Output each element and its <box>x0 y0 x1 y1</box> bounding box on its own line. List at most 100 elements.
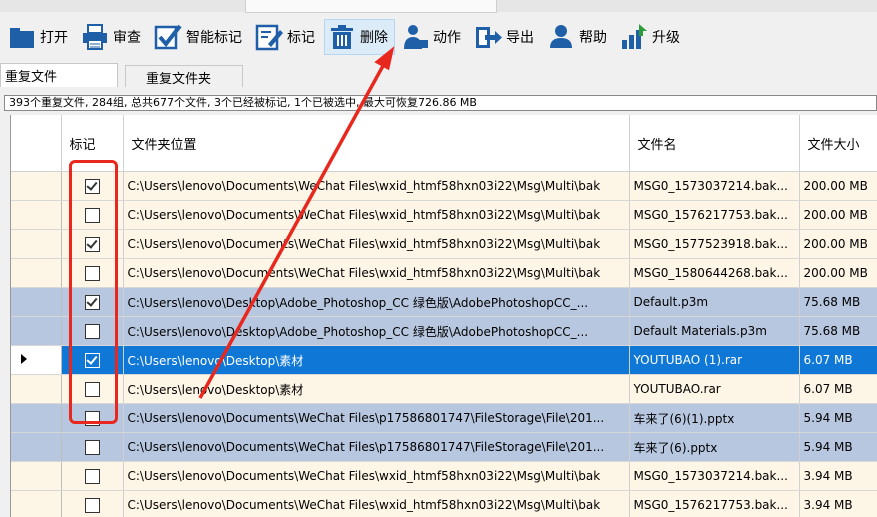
row-file-size: 200.00 MB <box>799 171 877 201</box>
row-checkbox-cell[interactable] <box>61 316 124 346</box>
header-row: 标记 文件夹位置 文件名 文件大小 <box>11 115 877 172</box>
tab-bar: 重复文件 重复文件夹 <box>0 63 877 87</box>
row-checkbox-cell[interactable] <box>61 229 124 259</box>
row-file-size: 5.94 MB <box>799 432 877 462</box>
row-file-size: 6.07 MB <box>799 374 877 404</box>
row-file-size: 200.00 MB <box>799 229 877 259</box>
row-file-size: 3.94 MB <box>799 490 877 517</box>
row-indicator <box>11 461 62 491</box>
delete-button[interactable]: 删除 <box>324 19 395 55</box>
results-table: 标记 文件夹位置 文件名 文件大小 C:\Users\lenovo\Docume… <box>11 115 877 517</box>
action-button[interactable]: 动作 <box>397 19 468 55</box>
row-checkbox-cell[interactable] <box>61 345 124 375</box>
row-file-name: MSG0_1576217753.bak... <box>629 200 800 230</box>
trash-icon <box>331 25 353 49</box>
smart-mark-button[interactable]: 智能标记 <box>150 19 249 55</box>
row-checkbox[interactable] <box>84 236 100 252</box>
row-checkbox-cell[interactable] <box>61 258 124 288</box>
open-label: 打开 <box>40 30 68 46</box>
row-checkbox[interactable] <box>84 323 100 339</box>
window-top-strip <box>0 0 877 13</box>
row-checkbox[interactable] <box>84 497 100 513</box>
help-user-icon <box>550 25 572 48</box>
row-checkbox-cell[interactable] <box>61 403 124 433</box>
header-file-size[interactable]: 文件大小 <box>799 115 877 172</box>
row-folder-path: C:\Users\lenovo\Documents\WeChat Files\w… <box>123 171 630 201</box>
row-file-name: MSG0_1573037214.bak... <box>629 461 800 491</box>
header-mark[interactable]: 标记 <box>61 115 124 172</box>
header-folder-location[interactable]: 文件夹位置 <box>123 115 630 172</box>
row-checkbox[interactable] <box>84 207 100 223</box>
row-checkbox[interactable] <box>84 352 100 368</box>
help-label: 帮助 <box>579 30 607 46</box>
top-tab[interactable] <box>245 0 497 13</box>
table-row[interactable]: C:\Users\lenovo\Desktop\Adobe_Photoshop_… <box>11 316 877 346</box>
row-checkbox-cell[interactable] <box>61 490 124 517</box>
row-folder-path: C:\Users\lenovo\Desktop\素材 <box>123 374 630 404</box>
row-checkbox[interactable] <box>84 439 100 455</box>
mark-button[interactable]: 标记 <box>251 19 322 55</box>
row-folder-path: C:\Users\lenovo\Documents\WeChat Files\w… <box>123 229 630 259</box>
row-file-size: 75.68 MB <box>799 316 877 346</box>
row-indicator <box>11 171 62 201</box>
table-row[interactable]: C:\Users\lenovo\Documents\WeChat Files\w… <box>11 490 877 517</box>
row-file-size: 200.00 MB <box>799 258 877 288</box>
action-label: 动作 <box>433 30 461 46</box>
row-checkbox[interactable] <box>84 294 100 310</box>
table-row[interactable]: C:\Users\lenovo\Documents\WeChat Files\w… <box>11 461 877 491</box>
edit-icon <box>255 24 283 51</box>
open-button[interactable]: 打开 <box>4 19 75 55</box>
row-indicator <box>11 258 62 288</box>
row-checkbox-cell[interactable] <box>61 432 124 462</box>
tab-duplicate-folders[interactable]: 重复文件夹 <box>125 65 243 87</box>
table-row[interactable]: C:\Users\lenovo\Documents\WeChat Files\w… <box>11 200 877 230</box>
table-row[interactable]: C:\Users\lenovo\Desktop\素材 YOUTUBAO (1).r… <box>11 345 877 375</box>
row-file-size: 75.68 MB <box>799 287 877 317</box>
table-row[interactable]: C:\Users\lenovo\Documents\WeChat Files\w… <box>11 258 877 288</box>
review-button[interactable]: 审查 <box>77 19 148 55</box>
export-icon <box>476 27 502 48</box>
row-indicator <box>11 403 62 433</box>
upgrade-button[interactable]: 升级 <box>616 19 687 55</box>
row-file-name: MSG0_1573037214.bak... <box>629 171 800 201</box>
row-indicator <box>11 200 62 230</box>
row-checkbox[interactable] <box>84 265 100 281</box>
header-file-name[interactable]: 文件名 <box>629 115 800 172</box>
row-indicator <box>11 432 62 462</box>
table-row[interactable]: C:\Users\lenovo\Documents\WeChat Files\w… <box>11 171 877 201</box>
row-checkbox[interactable] <box>84 381 100 397</box>
row-folder-path: C:\Users\lenovo\Desktop\Adobe_Photoshop_… <box>123 287 630 317</box>
export-button[interactable]: 导出 <box>470 19 541 55</box>
row-file-name: 车来了(6)(1).pptx <box>629 403 800 433</box>
row-folder-path: C:\Users\lenovo\Documents\WeChat Files\p… <box>123 432 630 462</box>
row-file-size: 200.00 MB <box>799 200 877 230</box>
table-row[interactable]: C:\Users\lenovo\Documents\WeChat Files\p… <box>11 432 877 462</box>
table-row[interactable]: C:\Users\lenovo\Desktop\Adobe_Photoshop_… <box>11 287 877 317</box>
row-file-name: YOUTUBAO (1).rar <box>629 345 800 375</box>
row-indicator <box>11 229 62 259</box>
mark-label: 标记 <box>287 30 315 46</box>
row-checkbox-cell[interactable] <box>61 374 124 404</box>
row-checkbox-cell[interactable] <box>61 461 124 491</box>
row-file-name: MSG0_1576217753.bak... <box>629 490 800 517</box>
row-checkbox[interactable] <box>84 178 100 194</box>
row-checkbox-cell[interactable] <box>61 200 124 230</box>
row-folder-path: C:\Users\lenovo\Documents\WeChat Files\w… <box>123 490 630 517</box>
table-row[interactable]: C:\Users\lenovo\Documents\WeChat Files\p… <box>11 403 877 433</box>
results-grid: 标记 文件夹位置 文件名 文件大小 C:\Users\lenovo\Docume… <box>10 115 877 517</box>
row-checkbox-cell[interactable] <box>61 287 124 317</box>
row-file-name: MSG0_1577523918.bak... <box>629 229 800 259</box>
row-folder-path: C:\Users\lenovo\Desktop\Adobe_Photoshop_… <box>123 316 630 346</box>
row-checkbox[interactable] <box>84 410 100 426</box>
tab-duplicate-files[interactable]: 重复文件 <box>0 63 118 87</box>
help-button[interactable]: 帮助 <box>543 19 614 55</box>
table-row[interactable]: C:\Users\lenovo\Documents\WeChat Files\w… <box>11 229 877 259</box>
table-row[interactable]: C:\Users\lenovo\Desktop\素材 YOUTUBAO.rar 6.… <box>11 374 877 404</box>
header-indicator <box>11 115 62 172</box>
printer-icon <box>83 24 107 50</box>
row-file-name: 车来了(6).pptx <box>629 432 800 462</box>
row-indicator <box>11 287 62 317</box>
row-checkbox[interactable] <box>84 468 100 484</box>
row-folder-path: C:\Users\lenovo\Desktop\素材 <box>123 345 630 375</box>
row-checkbox-cell[interactable] <box>61 171 124 201</box>
